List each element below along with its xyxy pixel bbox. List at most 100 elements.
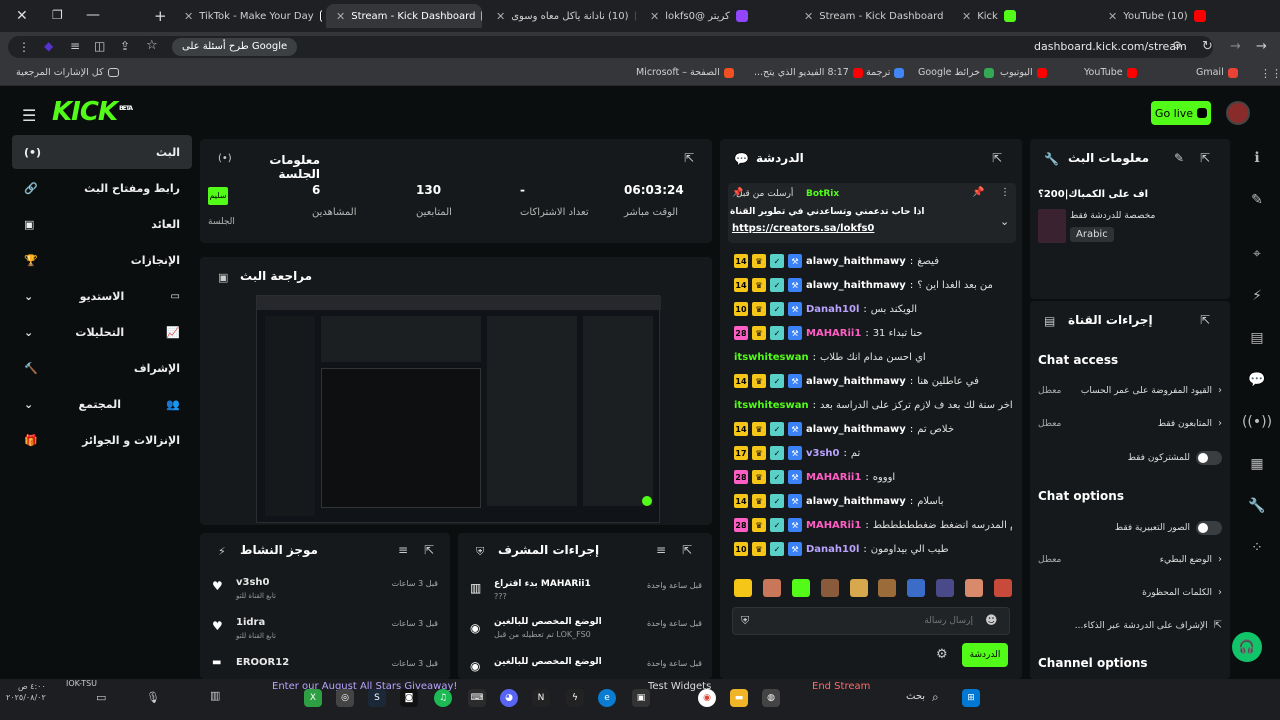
menu-dots-icon[interactable]: ⋮ (18, 40, 30, 54)
forward-icon[interactable]: → (1230, 39, 1241, 54)
xbox-icon[interactable]: X (304, 689, 322, 707)
chevron-right-icon[interactable]: › (1218, 385, 1222, 396)
camera-icon[interactable]: ◙ (400, 689, 418, 707)
filter-icon[interactable]: ≡ (656, 543, 666, 557)
spotify-icon[interactable]: ♫ (434, 689, 452, 707)
tab-youtube[interactable]: (10) YouTube ✕ (1098, 4, 1248, 28)
apps-grid-icon[interactable]: ⋮⋮ (1260, 67, 1280, 80)
tab-kick-dashboard-2[interactable]: Stream - Kick Dashboard ✕ (794, 4, 948, 28)
tab-creators[interactable]: كريتر @lokfs0 ✕ (640, 4, 790, 28)
url-text[interactable]: dashboard.kick.com/stream (1034, 40, 1187, 53)
emote-icon[interactable] (936, 579, 955, 597)
bookmark-all[interactable]: كل الإشارات المرجعية (16, 67, 119, 78)
chat-username[interactable]: alawy_haithmawy (806, 256, 906, 267)
info-icon[interactable]: ℹ (1248, 149, 1266, 167)
bolt-icon[interactable]: ⚡ (1248, 287, 1266, 305)
windows-start-icon[interactable]: ⊞ (962, 689, 980, 707)
setting-row[interactable]: معطل القيود المفروضة على عمر الحساب › (1038, 385, 1222, 396)
chat-username[interactable]: alawy_haithmawy (806, 424, 906, 435)
popout-icon[interactable]: ⇱ (1200, 313, 1210, 327)
chevron-right-icon[interactable]: › (1218, 418, 1222, 429)
edit-icon[interactable]: ✎ (1174, 151, 1184, 165)
bookmark-microsoft[interactable]: الصفحة – Microsoft (636, 67, 734, 78)
close-window-icon[interactable]: ✕ (16, 8, 28, 24)
restore-window-icon[interactable]: ❐ (52, 8, 63, 22)
chat-message[interactable]: 28♛✓⚒MAHARii1:أنا ايام المدرسه انضغط ضغط… (734, 515, 1012, 535)
chevron-right-icon[interactable]: › (1218, 587, 1222, 598)
sidebar-item-revenue[interactable]: العائد ▣ (12, 207, 192, 241)
tab-tiktok[interactable]: TikTok - Make Your Day ✕ (174, 4, 322, 28)
hamburger-menu-icon[interactable]: ☰ (22, 106, 36, 125)
emote-icon[interactable] (878, 579, 897, 597)
tab-close-icon[interactable]: ✕ (804, 10, 813, 23)
tab-close-icon[interactable]: ✕ (184, 10, 193, 23)
sidebar-item-achievements[interactable]: الإنجازات 🏆 (12, 243, 192, 277)
unpin-icon[interactable]: 📌 (972, 187, 984, 198)
popout-icon[interactable]: ⇱ (1200, 151, 1210, 165)
extension-icon[interactable]: ◆ (44, 39, 53, 53)
sidebar-item-stream-key[interactable]: رابط ومفتاح البث 🔗 (12, 171, 192, 205)
chat-message[interactable]: 14 ♛ ✓ ⚒ alawy_haithmawy: فيصغ (734, 251, 1012, 271)
send-chat-button[interactable]: الدردشة (962, 643, 1008, 667)
pencil-icon[interactable]: ✎ (1248, 191, 1266, 209)
bookmark-star-icon[interactable]: ☆ (146, 38, 158, 53)
tab-search-icon[interactable]: ◫ (94, 39, 105, 53)
chat-message[interactable]: 17 ♛ ✓ ⚒ v3sh0: تم (734, 443, 1012, 463)
tab-youtube-video[interactable]: (10) نادانة ياكل معاه وسوى ✕ (486, 4, 636, 28)
popout-icon[interactable]: ⇱ (684, 151, 694, 165)
chat-message[interactable]: 14 ♛ ✓ ⚒ alawy_haithmawy: في عاطلين هنا (734, 371, 1012, 391)
chat-message[interactable]: 14 ♛ ✓ ⚒ alawy_haithmawy: خلاص تم (734, 419, 1012, 439)
chart-icon[interactable]: ▥ (210, 689, 220, 702)
chat-message[interactable]: 10 ♛ ✓ ⚒ Danah10l: الويكند بس (734, 299, 1012, 319)
google-search-chip[interactable]: طرح أسئلة على Google (172, 38, 298, 56)
chat-message[interactable]: 14 ♛ ✓ ⚒ alawy_haithmawy: من بعد الغدا اين ؟ (734, 275, 1012, 295)
discord-icon[interactable]: ◕ (500, 689, 518, 707)
nzxt-icon[interactable]: N (532, 689, 550, 707)
sidebar-item-moderation[interactable]: الإشراف 🔨 (12, 351, 192, 385)
sidebar-item-studio[interactable]: ▭ الاستديو ⌄ (12, 279, 192, 313)
emote-icon[interactable] (762, 579, 781, 597)
minimize-window-icon[interactable]: — (86, 7, 100, 23)
edge-icon[interactable]: e (598, 689, 616, 707)
stream-preview-video[interactable] (256, 295, 661, 523)
toggle-switch[interactable] (1196, 521, 1222, 535)
new-tab-icon[interactable]: + (154, 7, 167, 25)
chat-message[interactable]: 28 ♛ ✓ ⚒ MAHARii1: اوووه (734, 467, 1012, 487)
target-icon[interactable]: ⌖ (1248, 245, 1266, 263)
sidebar-item-community[interactable]: 👥 المجتمع ⌄ (12, 387, 192, 421)
clock[interactable]: ٤:٠٠ ص ٢٠٢٥/٠٨/٠٢ (6, 681, 46, 703)
popout-icon[interactable]: ⇱ (992, 151, 1002, 165)
chat-username[interactable]: Danah10l (806, 544, 859, 555)
setting-row[interactable]: الكلمات المحظورة › (1038, 587, 1222, 598)
emote-icon[interactable] (993, 579, 1012, 597)
back-icon[interactable]: → (1256, 39, 1267, 54)
avatar[interactable] (1226, 101, 1250, 125)
search-label[interactable]: بحث (906, 691, 925, 702)
bookmark-gmail[interactable]: Gmail (1196, 67, 1238, 78)
app-icon[interactable]: ◍ (762, 689, 780, 707)
obs-icon[interactable]: ◎ (336, 689, 354, 707)
wrench-icon[interactable]: 🔧 (1248, 497, 1266, 515)
notes-icon[interactable]: ▤ (1248, 329, 1266, 347)
tab-close-icon[interactable]: ✕ (962, 10, 971, 23)
tab-close-icon[interactable]: ✕ (1108, 10, 1117, 23)
settings-icon[interactable]: ⚙ (936, 647, 948, 662)
chat-bubble-icon[interactable]: 💬 (1248, 371, 1266, 389)
bookmark-video[interactable]: 8:17 الفيديو الذي يتح... (754, 67, 863, 78)
tune-icon[interactable]: ≡ (70, 39, 80, 53)
chat-username[interactable]: MAHARii1 (806, 472, 861, 483)
emote-icon[interactable] (849, 579, 868, 597)
support-chat-icon[interactable]: 🎧 (1232, 632, 1262, 662)
more-options-icon[interactable]: ⋮ (1000, 187, 1010, 198)
toggle-switch[interactable] (1196, 451, 1222, 465)
chat-message[interactable]: 14 ♛ ✓ ⚒ alawy_haithmawy: باسلام (734, 491, 1012, 511)
chat-message[interactable]: 10 ♛ ✓ ⚒ Danah10l: طيب الي بيداومون (734, 539, 1012, 559)
steam-icon[interactable]: S (368, 689, 386, 707)
tab-kick[interactable]: Kick ✕ (952, 4, 1094, 28)
setting-row[interactable]: للمشتركون فقط (1038, 451, 1222, 465)
external-link-icon[interactable]: ⇱ (1214, 620, 1222, 631)
bookmark-translate[interactable]: ترجمة (866, 67, 905, 78)
omnibox[interactable]: ⋮ ◆ ≡ ◫ ⇪ ☆ طرح أسئلة على Google dashboa… (8, 36, 1213, 58)
go-live-button[interactable]: Go live (1151, 101, 1211, 125)
tab-kick-dashboard-active[interactable]: Stream - Kick Dashboard ✕ (326, 4, 482, 28)
